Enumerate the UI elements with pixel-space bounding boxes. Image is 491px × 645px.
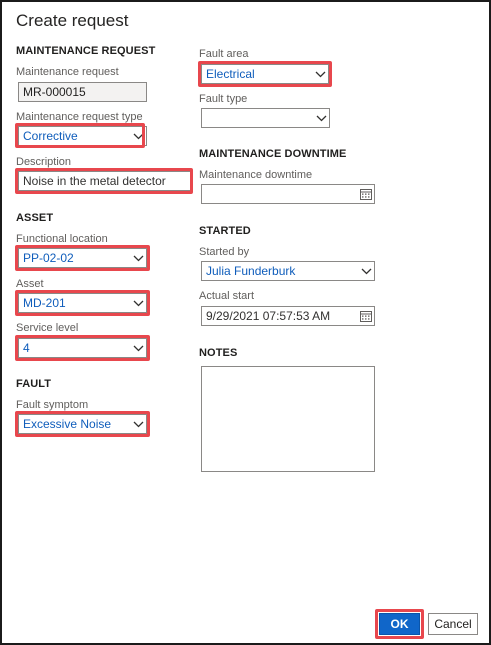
functional-location-label: Functional location [16, 233, 108, 245]
started-by-value: Julia Funderburk [206, 264, 296, 278]
started-by-dropdown[interactable]: Julia Funderburk [201, 261, 375, 281]
asset-dropdown[interactable]: MD-201 [18, 293, 147, 313]
section-maintenance-request: MAINTENANCE REQUEST [16, 45, 156, 57]
functional-location-value: PP-02-02 [23, 251, 74, 265]
cancel-button[interactable]: Cancel [428, 613, 478, 635]
maintenance-request-field[interactable]: MR-000015 [18, 82, 147, 102]
maintenance-request-label: Maintenance request [16, 66, 119, 78]
started-by-label: Started by [199, 246, 250, 258]
chevron-down-icon[interactable] [130, 294, 146, 312]
description-field[interactable]: Noise in the metal detector [18, 171, 191, 191]
chevron-down-icon[interactable] [312, 65, 328, 83]
maintenance-request-value: MR-000015 [23, 85, 86, 99]
section-asset: ASSET [16, 212, 54, 224]
fault-symptom-label: Fault symptom [16, 399, 89, 411]
chevron-down-icon[interactable] [313, 109, 329, 127]
service-level-dropdown[interactable]: 4 [18, 338, 147, 358]
section-started: STARTED [199, 225, 251, 237]
asset-value: MD-201 [23, 296, 66, 310]
chevron-down-icon[interactable] [130, 415, 146, 433]
maintenance-downtime-label: Maintenance downtime [199, 169, 313, 181]
actual-start-value: 9/29/2021 07:57:53 AM [206, 309, 331, 323]
actual-start-label: Actual start [199, 290, 255, 302]
maintenance-request-type-label: Maintenance request type [16, 111, 143, 123]
service-level-label: Service level [16, 322, 79, 334]
actual-start-field[interactable]: 9/29/2021 07:57:53 AM [201, 306, 375, 326]
fault-type-label: Fault type [199, 93, 248, 105]
functional-location-dropdown[interactable]: PP-02-02 [18, 248, 147, 268]
description-label: Description [16, 156, 72, 168]
create-request-dialog: Create request MAINTENANCE REQUEST Maint… [0, 0, 491, 645]
calendar-icon[interactable] [358, 185, 374, 203]
fault-symptom-dropdown[interactable]: Excessive Noise [18, 414, 147, 434]
asset-label: Asset [16, 278, 44, 290]
ok-button[interactable]: OK [379, 613, 420, 635]
section-fault: FAULT [16, 378, 52, 390]
chevron-down-icon[interactable] [130, 127, 146, 145]
notes-textarea[interactable] [201, 366, 375, 472]
chevron-down-icon[interactable] [358, 262, 374, 280]
service-level-value: 4 [23, 341, 30, 355]
calendar-icon[interactable] [358, 307, 374, 325]
maintenance-downtime-field[interactable] [201, 184, 375, 204]
fault-area-dropdown[interactable]: Electrical [201, 64, 329, 84]
maintenance-request-type-dropdown[interactable]: Corrective [18, 126, 147, 146]
maintenance-request-type-value: Corrective [23, 129, 78, 143]
section-notes: NOTES [199, 347, 238, 359]
description-value: Noise in the metal detector [23, 174, 166, 188]
fault-type-dropdown[interactable] [201, 108, 330, 128]
section-maintenance-downtime: MAINTENANCE DOWNTIME [199, 148, 347, 160]
fault-symptom-value: Excessive Noise [23, 417, 112, 431]
dialog-title: Create request [16, 11, 129, 30]
fault-area-value: Electrical [206, 67, 255, 81]
chevron-down-icon[interactable] [130, 249, 146, 267]
chevron-down-icon[interactable] [130, 339, 146, 357]
fault-area-label: Fault area [199, 48, 249, 60]
